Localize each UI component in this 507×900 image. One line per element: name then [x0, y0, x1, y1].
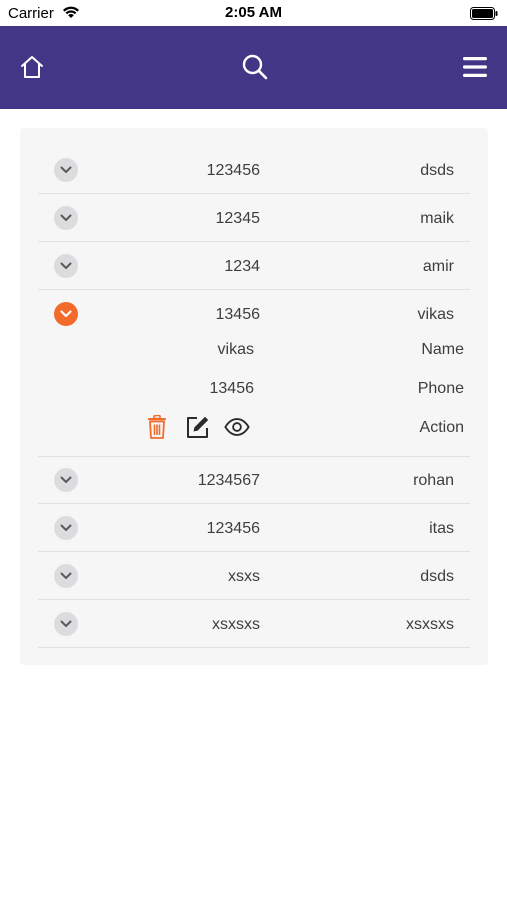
detail-name-label: Name	[421, 341, 464, 358]
status-bar: Carrier 2:05 AM	[0, 0, 507, 26]
expand-toggle[interactable]	[54, 468, 78, 492]
collapse-toggle[interactable]	[54, 302, 78, 326]
chevron-down-icon	[60, 262, 72, 269]
row-name: itas	[429, 520, 454, 537]
row-name: vikas	[417, 306, 454, 323]
chevron-down-icon	[60, 310, 72, 318]
row-header[interactable]: 123456 itas	[38, 504, 470, 552]
list-item: 12345 maik	[38, 194, 470, 242]
row-header[interactable]: 123456 dsds	[38, 146, 470, 194]
delete-button[interactable]	[144, 414, 170, 440]
expand-toggle[interactable]	[54, 516, 78, 540]
detail-phone-value: 13456	[209, 380, 255, 397]
battery-icon	[470, 7, 498, 25]
row-number: 1234	[224, 258, 260, 275]
menu-icon	[463, 57, 487, 77]
chevron-down-icon	[60, 524, 72, 531]
chevron-down-icon	[60, 572, 72, 579]
chevron-down-icon	[60, 476, 72, 483]
chevron-down-icon	[60, 166, 72, 173]
home-button[interactable]	[15, 50, 49, 84]
chevron-down-icon	[60, 620, 72, 627]
search-button[interactable]	[238, 50, 272, 84]
detail-action-row: Action	[38, 408, 470, 446]
row-number: xsxsxs	[212, 616, 260, 633]
search-icon	[242, 54, 268, 80]
expand-toggle[interactable]	[54, 254, 78, 278]
list-item: 1234567 rohan	[38, 456, 470, 504]
chevron-down-icon	[60, 214, 72, 221]
detail-action-label: Action	[419, 419, 464, 436]
row-header[interactable]: xsxsxs xsxsxs	[38, 600, 470, 648]
row-name: amir	[422, 258, 454, 275]
detail-name-row: vikas Name	[38, 330, 470, 368]
row-header[interactable]: 1234 amir	[38, 242, 470, 290]
expand-toggle[interactable]	[54, 564, 78, 588]
menu-button[interactable]	[458, 50, 492, 84]
expand-toggle[interactable]	[54, 206, 78, 230]
nav-bar	[0, 26, 507, 109]
row-number: xsxs	[228, 568, 260, 585]
action-buttons	[144, 414, 250, 440]
detail-phone-label: Phone	[417, 380, 464, 397]
eye-icon	[224, 418, 250, 436]
row-number: 1234567	[197, 472, 260, 489]
row-number: 123456	[206, 162, 260, 179]
expand-toggle[interactable]	[54, 612, 78, 636]
list-item: xsxs dsds	[38, 552, 470, 600]
trash-icon	[148, 415, 166, 439]
clock: 2:05 AM	[225, 4, 282, 21]
row-name: rohan	[413, 472, 454, 489]
home-icon	[21, 56, 43, 78]
row-name: xsxsxs	[406, 616, 454, 633]
list-item: 123456 dsds	[38, 146, 470, 194]
row-header[interactable]: xsxs dsds	[38, 552, 470, 600]
list-item: 123456 itas	[38, 504, 470, 552]
row-name: dsds	[420, 568, 454, 585]
row-name: dsds	[420, 162, 454, 179]
row-number: 13456	[215, 306, 261, 323]
edit-icon	[186, 416, 208, 438]
row-header[interactable]: 12345 maik	[38, 194, 470, 242]
records-card: 123456 dsds 12345 maik 1234 amir 13456 v…	[20, 128, 488, 665]
detail-phone-row: 13456 Phone	[38, 369, 470, 407]
row-header[interactable]: 1234567 rohan	[38, 456, 470, 504]
edit-button[interactable]	[184, 414, 210, 440]
expand-toggle[interactable]	[54, 158, 78, 182]
view-button[interactable]	[224, 414, 250, 440]
list-item: xsxsxs xsxsxs	[38, 600, 470, 648]
row-number: 12345	[215, 210, 261, 227]
list-item: 1234 amir	[38, 242, 470, 290]
row-name: maik	[420, 210, 454, 227]
detail-name-value: vikas	[217, 341, 254, 358]
row-number: 123456	[206, 520, 260, 537]
list-item-expanded: 13456 vikas vikas Name 13456 Phone Actio…	[38, 290, 470, 457]
